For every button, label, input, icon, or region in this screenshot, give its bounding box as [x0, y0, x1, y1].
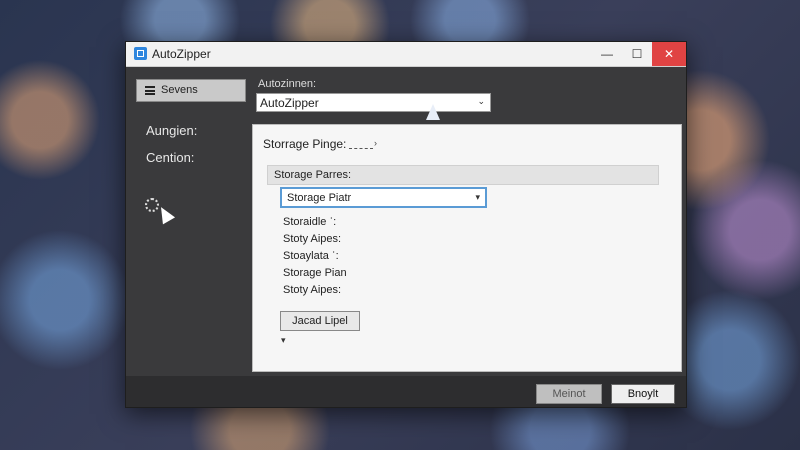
close-button[interactable]: ✕ [652, 42, 686, 66]
storage-group-header: Storage Parres: [267, 165, 659, 185]
maximize-button[interactable]: ☐ [622, 42, 652, 66]
storage-panel: Storrage Pinge: › Storage Parres: Storag… [252, 124, 682, 372]
storage-select-value: Storage Piatr [287, 192, 352, 204]
minimize-button[interactable]: — [592, 42, 622, 66]
chevron-down-icon: ⌄ [477, 96, 485, 106]
app-select-dropdown[interactable]: AutoZipper ⌄ [256, 93, 491, 112]
storage-select-dropdown[interactable]: Storage Piatr ▾ [280, 187, 487, 208]
manual-button[interactable]: Meinot [536, 384, 602, 404]
sidebar: Sevens Aungien: Cention: [126, 66, 251, 376]
app-select-label: Autozinnen: [258, 78, 317, 90]
list-item: Storaidle ʾ: [283, 216, 337, 228]
group-header-label: Storage Parres: [274, 169, 352, 181]
app-icon [134, 47, 147, 60]
install-button[interactable]: Bnoylt [611, 384, 675, 404]
panel-action-button[interactable]: Jacad Lipel [280, 311, 360, 331]
list-item: Stoty Aipes: [283, 284, 342, 296]
mouse-cursor-icon [426, 104, 440, 120]
footer-bar: Meinot Bnoylt [126, 376, 686, 407]
list-item: Stoaylata ʾ: [283, 250, 339, 262]
app-select-value: AutoZipper [260, 96, 319, 110]
panel-title-underline [349, 148, 373, 149]
app-window: AutoZipper — ☐ ✕ Sevens Aungien: Cention… [125, 41, 687, 408]
menu-icon [145, 86, 155, 95]
list-item: Storage Pian [283, 267, 347, 279]
sidebar-settings-button[interactable]: Sevens [136, 79, 246, 102]
sidebar-item-cention[interactable]: Cention: [146, 150, 194, 165]
caret-down-icon: ▾ [475, 192, 480, 202]
sidebar-button-label: Sevens [161, 84, 198, 96]
sidebar-item-aungien[interactable]: Aungien: [146, 123, 197, 138]
list-item: Stoty Aipes: [283, 233, 342, 245]
panel-title: Storrage Pinge: [263, 137, 347, 151]
window-title: AutoZipper [152, 47, 211, 61]
chevron-right-icon: › [374, 138, 377, 148]
small-caret-icon: ▾ [281, 335, 286, 345]
title-bar[interactable]: AutoZipper — ☐ ✕ [126, 42, 686, 67]
